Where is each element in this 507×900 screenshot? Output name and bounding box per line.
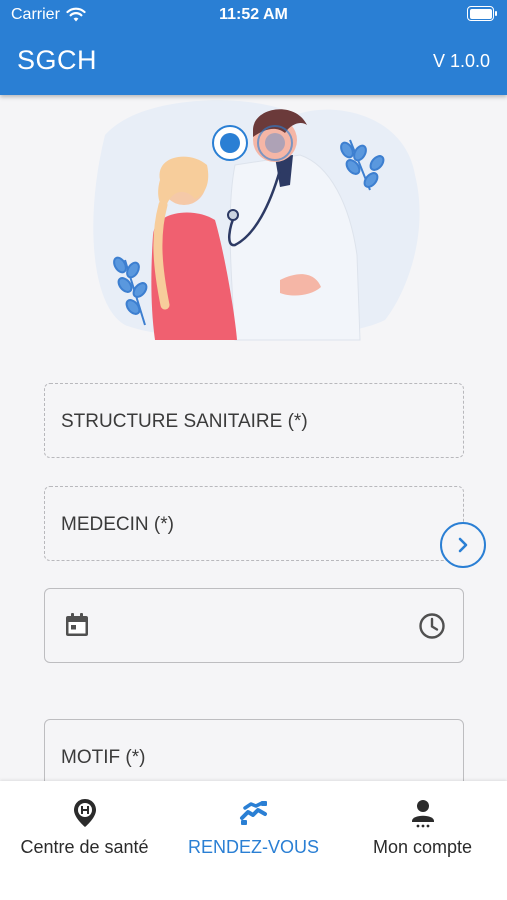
handshake-icon [239,798,269,828]
app-bar: SGCH V 1.0.0 [0,30,507,95]
calendar-icon[interactable] [63,611,91,639]
nav-label-mon-compte: Mon compte [372,837,473,857]
battery-icon [467,6,497,21]
appointment-form-screen: STRUCTURE SANITAIRE (*) MEDECIN (*) MOTI… [0,95,507,781]
clock-icon[interactable] [417,611,447,641]
nav-label-rendez-vous: RENDEZ-VOUS [187,837,319,857]
doctor-patient-illustration [93,100,420,341]
hospital-pin-icon [70,798,100,828]
app-title: SGCH [17,45,98,75]
person-icon [408,798,438,828]
date-time-field[interactable] [44,588,464,663]
chevron-right-icon [458,537,468,553]
nav-item-centre-de-sante[interactable]: Centre de santé [0,781,169,900]
motif-label: MOTIF (*) [61,747,146,768]
structure-sanitaire-label: STRUCTURE SANITAIRE (*) [61,411,308,432]
medecin-label: MEDECIN (*) [61,514,174,535]
app-version: V 1.0.0 [432,51,490,71]
medecin-field[interactable]: MEDECIN (*) [44,486,464,561]
nav-item-rendez-vous[interactable]: RENDEZ-VOUS [169,781,338,900]
status-time: 11:52 AM [219,6,288,23]
status-bar: Carrier 11:52 AM [0,0,507,30]
structure-sanitaire-field[interactable]: STRUCTURE SANITAIRE (*) [44,383,464,458]
motif-field[interactable]: MOTIF (*) [44,719,464,781]
next-button[interactable] [440,522,486,568]
bottom-navigation: Centre de santé RENDEZ-VOUS Mon compte [0,781,507,900]
nav-label-centre-de-sante: Centre de santé [20,837,149,857]
app-header: Carrier 11:52 AM SGCH V 1.0.0 [0,0,507,95]
nav-item-mon-compte[interactable]: Mon compte [338,781,507,900]
